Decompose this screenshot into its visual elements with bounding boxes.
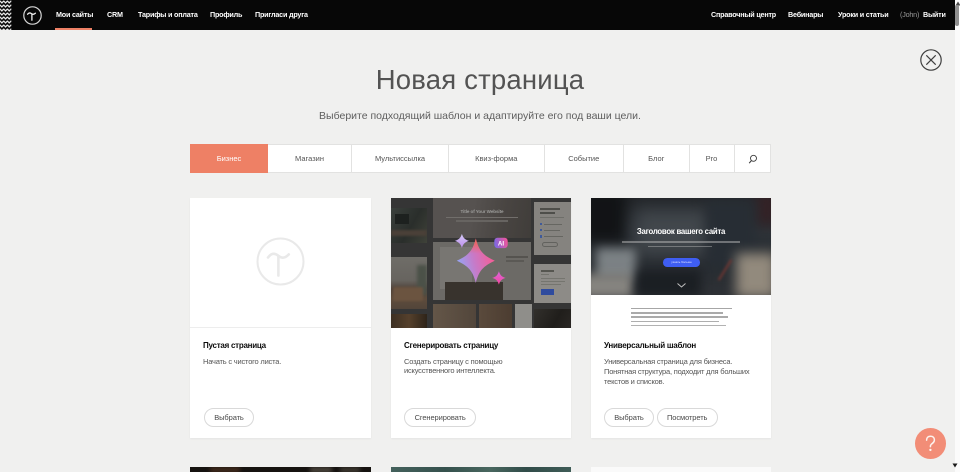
svg-text:AI: AI	[498, 240, 504, 247]
